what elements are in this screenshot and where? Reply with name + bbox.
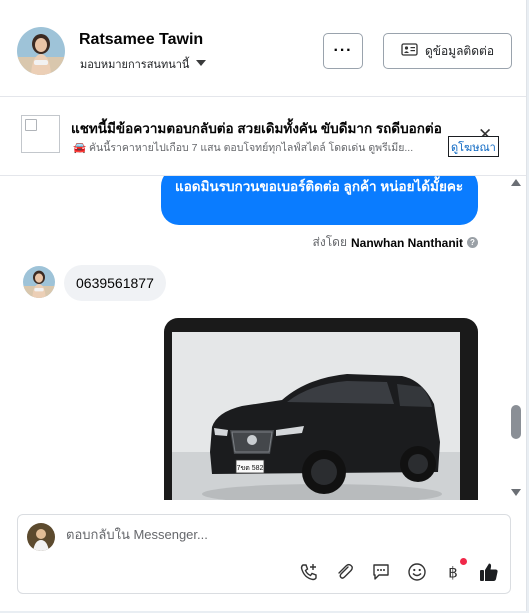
more-options-button[interactable]: ···	[323, 33, 363, 69]
reply-input[interactable]	[66, 527, 486, 542]
sent-by-name: Nanwhan Nanthanit	[350, 235, 463, 250]
ad-subtitle: 🚘 คันนี้ราคาหายไปเกือบ 7 แสน ตอบโจทย์ทุก…	[73, 142, 414, 154]
help-icon[interactable]: ?	[467, 237, 478, 248]
scroll-down-icon[interactable]	[511, 489, 521, 496]
sent-by-prefix: ส่งโดย	[312, 235, 347, 249]
conversation-header: Ratsamee Tawin มอบหมายการสนทนานี้ ··· ดู…	[0, 0, 526, 97]
contact-info-label: ดูข้อมูลติดต่อ	[424, 43, 495, 58]
notification-dot	[460, 558, 467, 565]
assign-conversation-dropdown[interactable]: มอบหมายการสนทนานี้	[80, 55, 207, 73]
sent-by-label: ส่งโดย Nanwhan Nanthanit ?	[313, 233, 478, 252]
page-avatar	[27, 523, 55, 551]
reply-composer: ฿	[17, 514, 511, 594]
scrollbar-thumb[interactable]	[511, 405, 521, 439]
scroll-up-icon[interactable]	[511, 179, 521, 186]
car-photo: 7ขต 582	[172, 332, 460, 500]
incoming-message-bubble[interactable]: 0639561877	[64, 265, 166, 301]
car-photo-attachment[interactable]: 7ขต 582	[164, 318, 478, 500]
view-contact-info-button[interactable]: ดูข้อมูลติดต่อ	[383, 33, 512, 69]
saved-replies-icon[interactable]	[370, 561, 392, 583]
attachment-icon[interactable]	[334, 561, 356, 583]
contact-name[interactable]: Ratsamee Tawin	[79, 31, 203, 49]
message-thread: แอดมินรบกวนขอเบอร์ติดต่อ ลูกค้า หน่อยได้…	[0, 176, 526, 500]
messenger-conversation-panel: Ratsamee Tawin มอบหมายการสนทนานี้ ··· ดู…	[0, 0, 527, 611]
chevron-down-icon	[195, 58, 207, 70]
like-icon[interactable]	[478, 561, 500, 583]
assign-label: มอบหมายการสนทนานี้	[80, 59, 190, 71]
ad-context-banner: แชทนี้มีข้อความตอบกลับต่อ สวยเดิมทั้งคัน…	[0, 97, 526, 176]
contact-avatar[interactable]	[17, 27, 65, 75]
contact-card-icon	[401, 43, 418, 59]
license-plate: 7ขต 582	[237, 465, 264, 472]
view-ad-link[interactable]: ดูโฆษณา	[448, 136, 499, 157]
svg-text:฿: ฿	[448, 564, 458, 582]
outgoing-message-bubble[interactable]: แอดมินรบกวนขอเบอร์ติดต่อ ลูกค้า หน่อยได้…	[161, 176, 478, 225]
add-call-icon[interactable]	[298, 561, 320, 583]
emoji-icon[interactable]	[406, 561, 428, 583]
ad-image-placeholder	[21, 115, 60, 153]
contact-message-avatar[interactable]	[23, 266, 55, 298]
ad-title: แชทนี้มีข้อความตอบกลับต่อ สวยเดิมทั้งคัน…	[71, 121, 442, 136]
